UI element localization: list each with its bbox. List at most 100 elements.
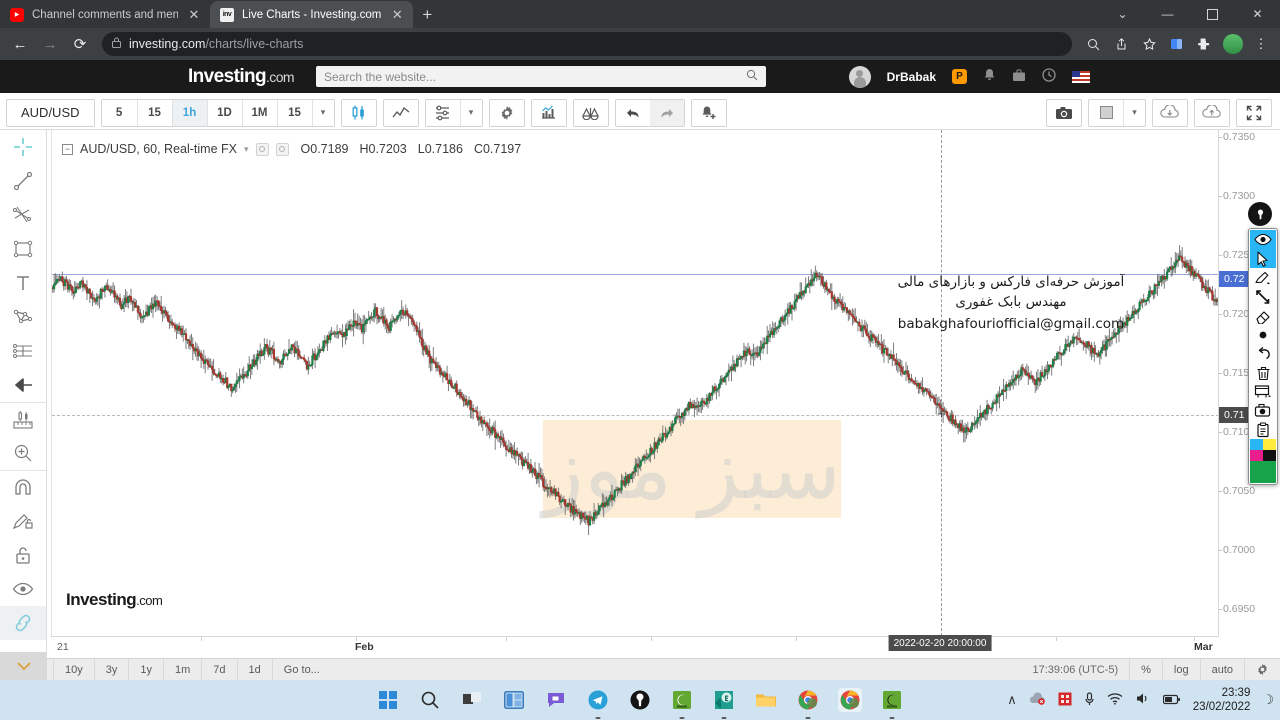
avatar[interactable] [848,65,871,88]
link-tool[interactable] [0,606,46,640]
scale-auto-button[interactable]: auto [1199,658,1244,680]
chart-plot[interactable]: − AUD/USD, 60, Real-time FX ▾ O0.7189 H0… [51,130,1220,636]
pen-highlighter-icon[interactable] [1250,268,1276,287]
tray-chevron-icon[interactable]: ∧ [1007,692,1017,708]
profile-avatar[interactable] [1220,31,1246,57]
undo-icon[interactable] [616,100,650,126]
menu-kebab-icon[interactable]: ⋮ [1248,31,1274,57]
camera-snapshot-icon[interactable] [1047,100,1081,126]
symbol-selector[interactable]: AUD/USD [6,98,95,127]
pen-orb-icon[interactable] [1248,202,1272,226]
zoom-icon[interactable] [1080,31,1106,57]
layout-caret-icon[interactable]: ▾ [1123,99,1145,126]
crosshair-tool[interactable] [0,130,46,164]
red-badge-icon[interactable] [1058,692,1072,709]
range-1m[interactable]: 1m [164,658,203,680]
fib-tools[interactable] [0,198,46,232]
camtasia-recorder-icon[interactable] [880,688,904,712]
symbol-label[interactable]: AUD/USD [7,100,94,126]
minimize-icon[interactable]: — [1145,0,1190,28]
browser-tab-investing[interactable]: inv Live Charts - Investing.com ✕ [210,1,414,28]
chevron-down-icon[interactable]: ▾ [311,99,334,126]
cloud-sync-icon[interactable] [1029,692,1046,708]
trash-delete-icon[interactable] [1250,363,1276,382]
drawing-lock-tool[interactable] [0,504,46,538]
balance-scale-icon[interactable] [574,100,608,126]
settings-gear-icon[interactable] [490,100,524,126]
start-windows-icon[interactable] [376,688,400,712]
clipboard-icon[interactable] [1250,420,1276,439]
swatch-black[interactable] [1263,450,1276,461]
whiteboard-icon[interactable] [1250,382,1276,401]
eye-visibility-icon[interactable] [1250,230,1276,249]
range-3y[interactable]: 3y [95,658,130,680]
task-view-icon[interactable] [460,688,484,712]
site-search-input[interactable]: Search the website... [315,66,766,87]
dot-size-icon[interactable] [1250,325,1276,344]
line-chart-type-icon[interactable] [384,100,418,126]
swatch-green[interactable] [1250,461,1276,483]
range-7d[interactable]: 7d [202,658,238,680]
zoom-in-tool[interactable] [0,436,46,470]
chrome-icon[interactable] [796,688,820,712]
microphone-icon[interactable] [1084,691,1095,709]
eraser-icon[interactable] [1250,306,1276,325]
cloud-download-icon[interactable] [1153,100,1187,126]
camtasia-icon[interactable] [670,688,694,712]
candlestick-chart-type-icon[interactable] [342,100,376,126]
pitchfork-tool[interactable] [0,334,46,368]
wifi-icon[interactable] [1107,692,1123,708]
reload-icon[interactable]: ⟳ [66,30,94,58]
timeframe-1m[interactable]: 1M [241,99,277,126]
search-icon[interactable] [418,688,442,712]
flag-us-icon[interactable] [1072,70,1090,83]
magnet-tool[interactable] [0,470,46,504]
maximize-icon[interactable] [1190,0,1235,28]
trend-line-tool[interactable] [0,164,46,198]
gear-icon[interactable] [1244,658,1280,680]
chevron-down-icon[interactable]: ⌄ [1100,0,1145,28]
hide-series-icon[interactable] [255,142,269,156]
go-to-button[interactable]: Go to... [273,664,331,676]
expand-tools-button[interactable] [0,652,47,680]
lock-tool[interactable] [0,538,46,572]
chart-area[interactable]: − AUD/USD, 60, Real-time FX ▾ O0.7189 H0… [47,130,1280,680]
bell-icon[interactable] [983,68,996,85]
battery-icon[interactable] [1162,693,1181,708]
bookmark-star-icon[interactable] [1136,31,1162,57]
user-name[interactable]: DrBabak [887,70,936,84]
telegram-icon[interactable] [586,688,610,712]
address-bar[interactable]: investing.com/charts/live-charts [102,32,1072,56]
forward-icon[interactable]: → [36,30,64,58]
candlestick-series[interactable] [52,130,1220,636]
timeframe-1d[interactable]: 1D [206,99,242,126]
compare-icon[interactable] [532,100,566,126]
close-icon[interactable]: ✕ [389,7,405,23]
chevron-down-icon[interactable]: ▾ [244,144,249,155]
close-icon[interactable]: ✕ [186,7,202,23]
timeframe-15-alt[interactable]: 15 [276,99,312,126]
cloud-upload-icon[interactable] [1195,100,1229,126]
swatch-magenta[interactable] [1250,450,1263,461]
investing-logo[interactable]: Investing.com [188,66,295,88]
file-explorer-icon[interactable] [754,688,778,712]
clock[interactable]: 23:39 23/02/2022 [1193,686,1251,715]
range-1y[interactable]: 1y [129,658,164,680]
cursor-select-icon[interactable] [1250,249,1276,268]
swatch-cyan[interactable] [1250,439,1263,450]
excel-icon[interactable] [712,688,736,712]
indicators-caret-icon[interactable]: ▾ [459,99,482,126]
indicators-icon[interactable] [426,100,460,126]
pro-badge[interactable]: P [952,69,967,84]
scale-log-button[interactable]: log [1161,658,1200,680]
series-settings-icon[interactable] [275,142,289,156]
time-axis[interactable]: 21 Feb Mar 2022-02-20 20:00:00 [51,635,1219,658]
extensions-icon[interactable] [1192,31,1218,57]
range-1d[interactable]: 1d [238,658,273,680]
pattern-tool[interactable] [0,300,46,334]
back-icon[interactable]: ← [6,30,34,58]
undo-arrow-icon[interactable] [1250,344,1276,363]
swatch-yellow[interactable] [1263,439,1276,450]
clock-icon[interactable] [1042,68,1056,85]
timeframe-1h[interactable]: 1h [171,99,207,126]
